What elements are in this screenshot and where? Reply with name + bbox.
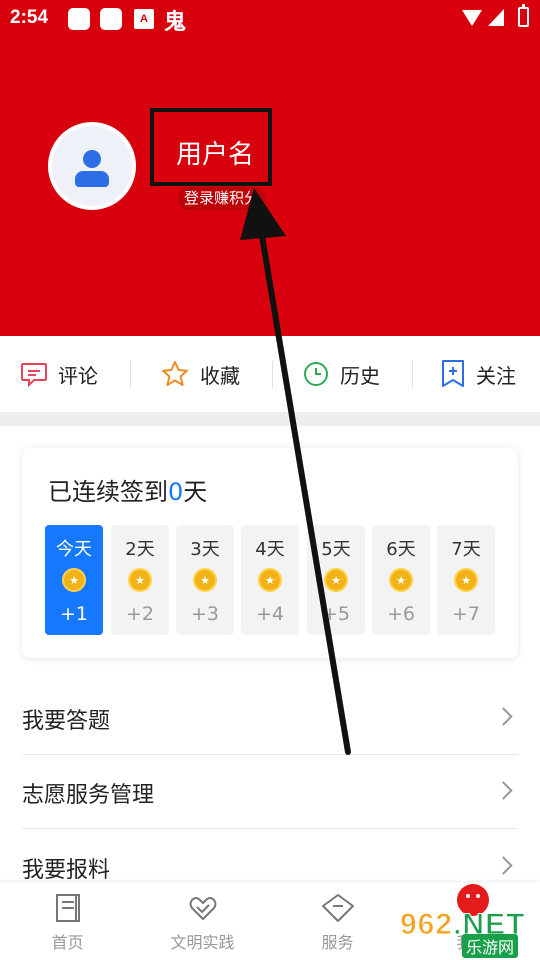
sign-in-day[interactable]: 6天 ★ +6 <box>372 525 430 635</box>
comments-label: 评论 <box>58 363 98 388</box>
favorites-label: 收藏 <box>200 363 240 388</box>
coin-icon: ★ <box>258 568 282 592</box>
follow-label: 关注 <box>476 363 516 388</box>
coin-icon: ★ <box>389 568 413 592</box>
coin-icon: ★ <box>324 568 348 592</box>
profile-header: 2:54 A 鬼 用户名 登录赚积分 <box>0 0 540 336</box>
username[interactable]: 用户名 <box>176 134 254 171</box>
history-button[interactable]: 历史 <box>302 336 380 412</box>
avatar[interactable] <box>48 122 136 210</box>
divider <box>412 360 413 388</box>
status-time: 2:54 <box>10 7 49 28</box>
notification-icon <box>68 8 90 30</box>
sign-in-day-today[interactable]: 今天 ★ +1 <box>45 525 103 635</box>
history-label: 历史 <box>340 363 380 388</box>
home-doc-icon <box>55 894 80 922</box>
signal-icon <box>488 9 504 26</box>
menu-item-answer-questions[interactable]: 我要答题 <box>0 681 540 755</box>
chevron-right-icon <box>494 781 513 800</box>
status-bar: 2:54 A 鬼 <box>0 0 540 36</box>
follow-button[interactable]: 关注 <box>440 336 516 412</box>
bookmark-plus-icon <box>442 360 464 387</box>
sign-in-day[interactable]: 4天 ★ +4 <box>241 525 299 635</box>
menu-item-volunteer-management[interactable]: 志愿服务管理 <box>0 755 540 829</box>
coin-icon: ★ <box>193 568 217 592</box>
divider <box>130 360 131 388</box>
sign-in-streak-title: 已连续签到0天 <box>48 478 208 506</box>
comment-icon <box>21 363 47 388</box>
site-watermark-logo: 962.NET 乐游网 <box>399 908 526 958</box>
nav-services[interactable]: 服务 <box>270 882 405 960</box>
favorites-button[interactable]: 收藏 <box>160 336 240 412</box>
chevron-right-icon <box>494 707 513 726</box>
section-divider <box>0 412 540 426</box>
nav-home[interactable]: 首页 <box>0 882 135 960</box>
quick-actions-row: 评论 收藏 历史 关注 <box>0 336 540 412</box>
service-diamond-icon <box>321 894 354 922</box>
divider <box>272 360 273 388</box>
coin-icon: ★ <box>454 568 478 592</box>
star-icon <box>162 361 188 386</box>
wifi-icon <box>462 10 482 26</box>
coin-icon: ★ <box>128 568 152 592</box>
nav-civilization-practice[interactable]: 文明实践 <box>135 882 270 960</box>
streak-count: 0 <box>168 478 184 506</box>
heart-hands-icon <box>189 897 216 920</box>
notification-app-icon: 鬼 <box>164 10 187 35</box>
login-earn-points-badge[interactable]: 登录赚积分 <box>178 186 266 210</box>
battery-icon <box>518 4 529 27</box>
sign-in-day[interactable]: 3天 ★ +3 <box>176 525 234 635</box>
user-icon <box>52 126 132 206</box>
sign-in-day[interactable]: 7天 ★ +7 <box>437 525 495 635</box>
notification-icon <box>100 8 122 30</box>
comments-button[interactable]: 评论 <box>20 336 98 412</box>
chevron-right-icon <box>494 856 513 875</box>
clock-icon <box>304 362 328 386</box>
notification-app-icon: A <box>134 9 154 29</box>
coin-icon: ★ <box>62 568 86 592</box>
sign-in-card: 已连续签到0天 今天 ★ +1 2天 ★ +2 3天 ★ +3 4天 ★ +4 … <box>22 448 518 658</box>
sign-in-day[interactable]: 2天 ★ +2 <box>111 525 169 635</box>
sign-in-day[interactable]: 5天 ★ +5 <box>307 525 365 635</box>
